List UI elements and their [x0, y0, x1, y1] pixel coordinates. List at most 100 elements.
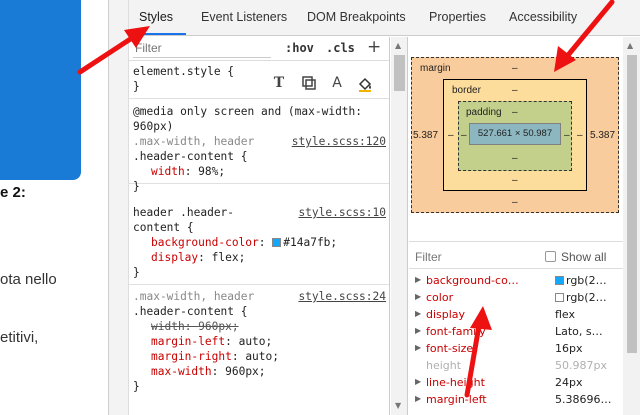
declaration[interactable]: background-color: #14a7fb;	[129, 235, 389, 250]
computed-property-row[interactable]: height 50.987px	[409, 358, 623, 375]
tab-styles[interactable]: Styles	[139, 10, 173, 24]
color-swatch[interactable]	[555, 276, 564, 285]
background-color-icon[interactable]	[356, 76, 374, 94]
styles-filter-input[interactable]	[133, 39, 271, 58]
rule-header-content: header .header-style.scss:10 content { b…	[129, 205, 389, 285]
rule-selector[interactable]: content {	[129, 220, 389, 235]
property-name[interactable]: max-width	[151, 365, 212, 378]
margin-right-value[interactable]: 5.387	[590, 130, 615, 141]
page-text-line: etitivi,	[0, 329, 39, 346]
hover-state-button[interactable]: :hov	[285, 41, 314, 55]
source-link[interactable]: style.scss:10	[298, 205, 386, 220]
margin-left-value[interactable]: 5.387	[413, 130, 438, 141]
tab-properties[interactable]: Properties	[429, 10, 486, 24]
padding-bottom-value[interactable]: –	[512, 153, 518, 164]
declaration[interactable]: max-width: 960px;	[129, 364, 389, 379]
tab-event-listeners[interactable]: Event Listeners	[201, 10, 287, 24]
color-swatch[interactable]	[272, 238, 282, 247]
expand-triangle-icon[interactable]: ▶	[415, 343, 421, 352]
class-toggle-button[interactable]: .cls	[326, 41, 355, 55]
computed-property-row[interactable]: ▶ margin-left 5.38696…	[409, 392, 623, 409]
margin-label: margin	[420, 63, 451, 74]
computed-scrollbar[interactable]: ▲	[623, 37, 640, 415]
padding-top-value[interactable]: –	[512, 107, 518, 118]
border-top-value[interactable]: –	[512, 85, 518, 96]
tab-accessibility[interactable]: Accessibility	[509, 10, 577, 24]
new-style-rule-button[interactable]: +	[367, 37, 381, 57]
computed-property-row[interactable]: ▶ display flex	[409, 307, 623, 324]
computed-property-row[interactable]: ▶ background-co… rgb(2…	[409, 273, 623, 290]
rule-selector[interactable]: .header-content {	[129, 304, 389, 319]
scrollbar-thumb[interactable]	[394, 55, 405, 91]
property-name[interactable]: width	[151, 165, 185, 178]
scroll-up-icon[interactable]: ▲	[627, 41, 633, 50]
rule-close-brace: }	[133, 180, 140, 193]
property-name[interactable]: width	[151, 320, 185, 333]
media-query-text: 960px)	[133, 120, 174, 133]
scroll-down-icon[interactable]: ▼	[395, 401, 401, 410]
expand-triangle-icon[interactable]: ▶	[415, 292, 421, 301]
declaration[interactable]: display: flex;	[129, 250, 389, 265]
border-left-value[interactable]: –	[448, 130, 454, 141]
property-value[interactable]: flex;	[212, 251, 246, 264]
computed-property-value: rgb(2…	[555, 291, 607, 304]
property-value[interactable]: auto;	[239, 335, 273, 348]
expand-triangle-icon[interactable]: ▶	[415, 275, 421, 284]
rule-header-content-width: .max-width, header style.scss:24 .header-…	[129, 289, 389, 415]
media-query-text: @media only screen and (max-width:	[133, 105, 363, 118]
box-model-content[interactable]: 527.661 × 50.987	[469, 123, 561, 145]
padding-right-value[interactable]: –	[564, 130, 570, 141]
declaration[interactable]: margin-left: auto;	[129, 334, 389, 349]
rule-selector[interactable]: .max-width, header style.scss:120	[129, 134, 389, 149]
box-shadow-icon[interactable]	[300, 76, 318, 94]
show-all-label[interactable]: Show all	[561, 250, 606, 264]
expand-triangle-icon[interactable]: ▶	[415, 377, 421, 386]
color-swatch[interactable]	[555, 293, 564, 302]
rule-selector[interactable]: .header-content {	[129, 149, 389, 164]
property-value[interactable]: 98%;	[198, 165, 225, 178]
show-all-checkbox[interactable]	[545, 251, 556, 262]
property-name[interactable]: margin-left	[151, 335, 225, 348]
declaration[interactable]: margin-right: auto;	[129, 349, 389, 364]
computed-toolbar: Filter Show all	[409, 241, 623, 269]
scrollbar-thumb[interactable]	[627, 55, 637, 353]
property-name[interactable]: margin-right	[151, 350, 232, 363]
expand-triangle-icon[interactable]: ▶	[415, 309, 421, 318]
rule-selector[interactable]: .max-width, header style.scss:24	[129, 289, 389, 304]
rule-selector[interactable]: header .header-style.scss:10	[129, 205, 389, 220]
border-bottom-value[interactable]: –	[512, 175, 518, 186]
border-right-value[interactable]: –	[577, 130, 583, 141]
tab-dom-breakpoints[interactable]: DOM Breakpoints	[307, 10, 406, 24]
computed-property-row[interactable]: ▶ font-size 16px	[409, 341, 623, 358]
computed-property-row[interactable]: ▶ line-height 24px	[409, 375, 623, 392]
expand-triangle-icon[interactable]: ▶	[415, 394, 421, 403]
computed-property-value: Lato, s…	[555, 325, 603, 338]
property-name[interactable]: display	[151, 251, 198, 264]
page-text-line: ota nello	[0, 271, 57, 288]
computed-property-row[interactable]: ▶ color rgb(2…	[409, 290, 623, 307]
property-name[interactable]: background-color	[151, 236, 259, 249]
rule-close-brace: }	[133, 380, 140, 393]
source-link[interactable]: style.scss:24	[298, 289, 386, 304]
styles-toolbar: :hov .cls +	[129, 37, 389, 61]
computed-property-row[interactable]: ▶ font-family Lato, s…	[409, 324, 623, 341]
text-color-icon[interactable]: A	[328, 76, 346, 94]
border-label: border	[452, 85, 481, 96]
property-value[interactable]: 960px;	[198, 320, 238, 333]
declaration[interactable]: width: 98%;	[129, 164, 389, 179]
property-value[interactable]: auto;	[245, 350, 279, 363]
rule-close-brace: }	[133, 266, 140, 279]
styles-scrollbar[interactable]: ▲ ▼	[391, 37, 408, 415]
padding-left-value[interactable]: –	[461, 130, 467, 141]
expand-triangle-icon[interactable]: ▶	[415, 326, 421, 335]
text-shadow-icon[interactable]: T	[270, 76, 288, 94]
computed-filter-input[interactable]: Filter	[415, 250, 442, 264]
margin-top-value[interactable]: –	[512, 63, 518, 74]
property-value[interactable]: #14a7fb;	[283, 236, 337, 249]
scroll-up-icon[interactable]: ▲	[395, 41, 401, 50]
property-value[interactable]: 960px;	[225, 365, 265, 378]
declaration-overridden[interactable]: width: 960px;	[129, 319, 389, 334]
margin-bottom-value[interactable]: –	[512, 197, 518, 208]
content-dimensions[interactable]: 527.661 × 50.987	[470, 128, 560, 139]
source-link[interactable]: style.scss:120	[292, 134, 386, 149]
